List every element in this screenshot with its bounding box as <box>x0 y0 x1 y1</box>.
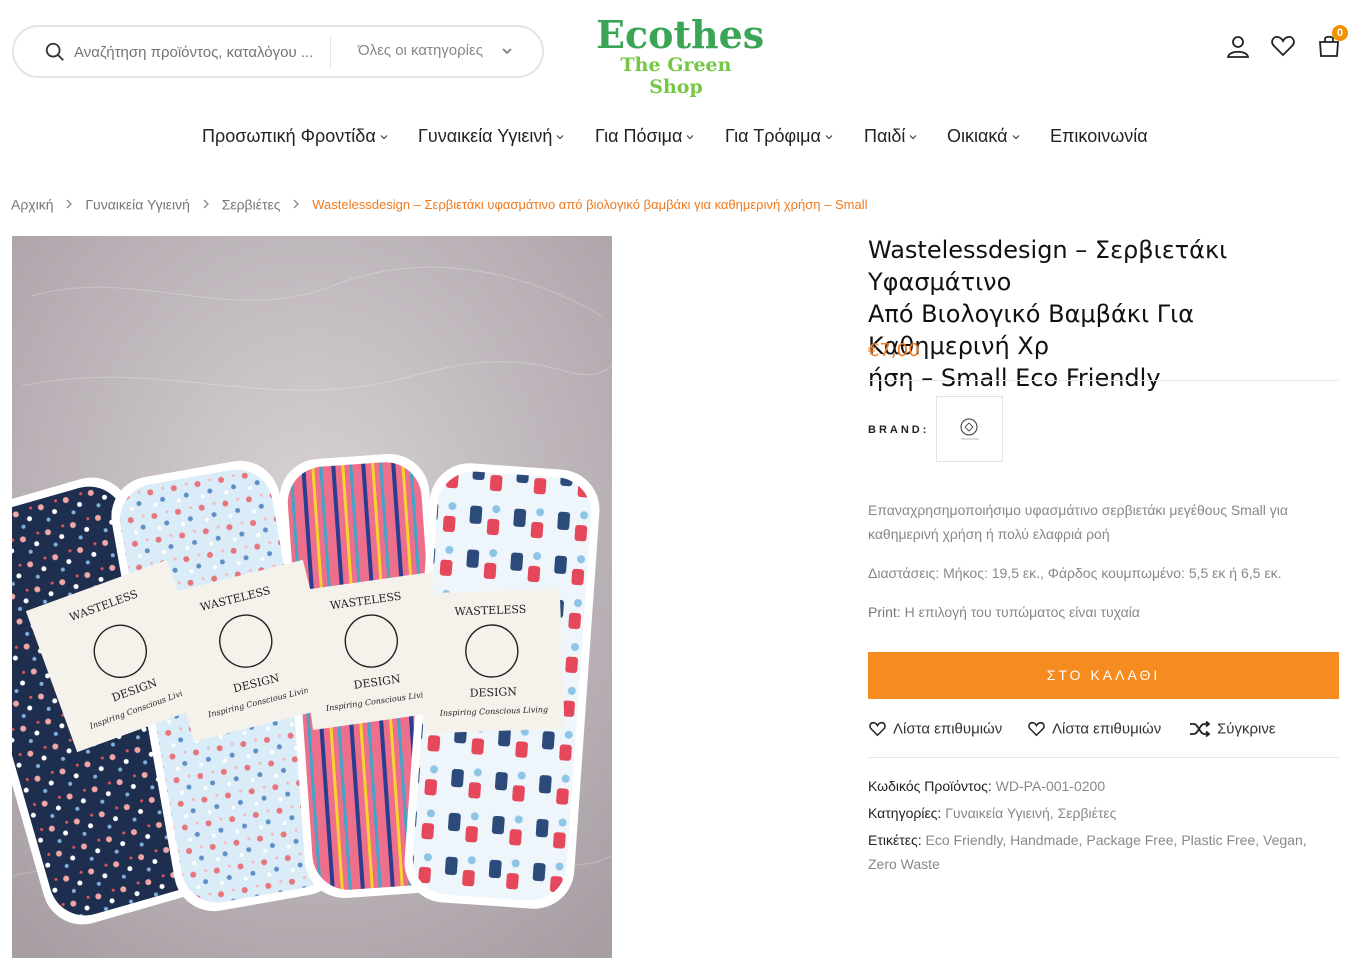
paper-band-4: WASTELESS DESIGN Inspiring Conscious Liv… <box>419 588 565 734</box>
category-link[interactable]: Σερβιέτες <box>1058 805 1117 821</box>
tag-link[interactable]: Zero Waste <box>868 856 940 872</box>
category-select[interactable]: Όλες οι κατηγορίες <box>358 42 483 59</box>
add-to-cart-button[interactable]: ΣΤΟ ΚΑΛΑΘΙ <box>868 652 1339 699</box>
product-categories: Κατηγορίες: Γυναικεία Υγιεινή, Σερβιέτες <box>868 805 1117 821</box>
search-divider <box>330 37 331 68</box>
categories-label: Κατηγορίες: <box>868 805 942 821</box>
brand-label: BRAND: <box>868 424 930 436</box>
divider <box>868 380 1339 381</box>
logo-title: Ecothes <box>596 12 765 57</box>
description-line: Επαναχρησημοποιήσιμο υφασμάτινο σερβιετά… <box>868 502 1288 518</box>
nav-item-label: Για Τρόφιμα <box>725 126 821 146</box>
nav-item-kids[interactable]: Παιδί <box>864 126 917 147</box>
breadcrumb-home[interactable]: Αρχική <box>11 196 54 212</box>
breadcrumb-level2[interactable]: Σερβιέτες <box>222 196 281 212</box>
search-bar: Όλες οι κατηγορίες <box>12 25 544 78</box>
compare-button[interactable]: Σύγκρινε <box>1189 720 1276 738</box>
product-image[interactable]: WASTELESS DESIGN Inspiring Conscious Liv… <box>12 236 612 958</box>
search-icon[interactable] <box>44 41 66 63</box>
chevron-down-icon <box>910 135 917 140</box>
print-value: Η επιλογή του τυπώματος είναι τυχαία <box>904 604 1140 620</box>
chevron-down-icon <box>557 135 564 140</box>
chevron-down-icon <box>687 135 694 140</box>
nav-item-label: Οικιακά <box>947 126 1008 146</box>
heart-icon[interactable] <box>1270 33 1296 59</box>
product-title-line: Wastelessdesign – Σερβιετάκι Υφασμάτινο <box>868 236 1228 296</box>
nav-item-food[interactable]: Για Τρόφιμα <box>725 126 833 147</box>
wishlist-button-2[interactable]: Λίστα επιθυμιών <box>1027 720 1161 738</box>
user-icon[interactable] <box>1225 33 1251 59</box>
nav-item-feminine-hygiene[interactable]: Γυναικεία Υγιεινή <box>418 126 564 147</box>
tag-link[interactable]: Eco Friendly <box>926 832 1003 848</box>
heart-icon <box>869 721 886 737</box>
product-description: Επαναχρησημοποιήσιμο υφασμάτινο σερβιετά… <box>868 498 1338 546</box>
nav-item-label: Προσωπική Φροντίδα <box>202 126 376 146</box>
site-logo[interactable]: Ecothes The Green Shop <box>596 12 765 99</box>
wishlist-label: Λίστα επιθυμιών <box>893 720 1003 738</box>
category-link[interactable]: Γυναικεία Υγιεινή <box>945 805 1050 821</box>
divider <box>868 757 1339 758</box>
nav-item-contact[interactable]: Επικοινωνία <box>1050 126 1148 147</box>
breadcrumb-level1[interactable]: Γυναικεία Υγιεινή <box>85 196 190 212</box>
product-title-line: ήση – Small Eco Friendly <box>868 364 1161 392</box>
band-text: DESIGN <box>469 685 517 700</box>
tags-label: Ετικέτες: <box>868 832 922 848</box>
nav-item-household[interactable]: Οικιακά <box>947 126 1020 147</box>
breadcrumb-current: Wastelessdesign – Σερβιετάκι υφασμάτινο … <box>312 196 868 212</box>
brand-logo[interactable] <box>936 396 1003 462</box>
wishlist-label: Λίστα επιθυμιών <box>1052 720 1162 738</box>
cart-count-badge: 0 <box>1332 25 1348 41</box>
chevron-down-icon[interactable] <box>500 44 514 58</box>
product-title: Wastelessdesign – Σερβιετάκι Υφασμάτινο … <box>868 234 1338 394</box>
product-dimensions: Διαστάσεις: Μήκος: 19,5 εκ., Φάρδος κουμ… <box>868 565 1282 581</box>
tag-link[interactable]: Vegan <box>1263 832 1303 848</box>
product-sku: Κωδικός Προϊόντος: WD-PA-001-0200 <box>868 774 1339 798</box>
product-tags: Ετικέτες: Eco Friendly, Handmade, Packag… <box>868 832 1307 872</box>
shuffle-icon <box>1190 720 1211 738</box>
tag-link[interactable]: Plastic Free <box>1181 832 1255 848</box>
chevron-down-icon <box>380 135 388 140</box>
chevron-down-icon <box>1012 135 1020 140</box>
product-print: Print: Η επιλογή του τυπώματος είναι τυχ… <box>868 600 1338 624</box>
brand-logo-icon <box>960 418 979 440</box>
chevron-right-icon <box>203 199 209 209</box>
wishlist-button-1[interactable]: Λίστα επιθυμιών <box>868 720 1002 738</box>
logo-subtitle: The Green Shop <box>620 54 732 98</box>
search-input[interactable] <box>74 39 324 65</box>
tag-link[interactable]: Package Free <box>1086 832 1173 848</box>
sku-label: Κωδικός Προϊόντος: <box>868 778 992 794</box>
heart-icon <box>1028 721 1045 737</box>
tag-link[interactable]: Handmade <box>1010 832 1079 848</box>
nav-item-personal-care[interactable]: Προσωπική Φροντίδα <box>202 126 388 147</box>
band-text: WASTELESS <box>454 603 526 618</box>
main-nav: Προσωπική Φροντίδα Γυναικεία Υγιεινή Για… <box>0 126 1356 150</box>
chevron-down-icon <box>825 135 833 140</box>
chevron-right-icon <box>293 199 300 209</box>
sku-value: WD-PA-001-0200 <box>995 778 1106 794</box>
print-label: Print: <box>868 604 901 620</box>
product-photo-illustration: WASTELESS DESIGN Inspiring Conscious Liv… <box>12 236 612 958</box>
nav-item-label: Επικοινωνία <box>1050 126 1148 146</box>
nav-item-drinks[interactable]: Για Πόσιμα <box>595 126 694 147</box>
breadcrumb: Αρχική Γυναικεία Υγιεινή Σερβιέτες Waste… <box>11 195 867 212</box>
product-title-line: Από Βιολογικό Βαμβάκι Για Καθημερινή Χρ <box>868 300 1195 360</box>
compare-label: Σύγκρινε <box>1217 720 1276 738</box>
nav-item-label: Γυναικεία Υγιεινή <box>418 126 553 146</box>
product-price: €7,00 <box>868 340 920 361</box>
description-line: καθημερινή χρήση ή πολύ ελαφριά ροή <box>868 526 1110 542</box>
nav-item-label: Για Πόσιμα <box>595 126 683 146</box>
chevron-right-icon <box>66 199 73 209</box>
nav-item-label: Παιδί <box>864 126 906 146</box>
